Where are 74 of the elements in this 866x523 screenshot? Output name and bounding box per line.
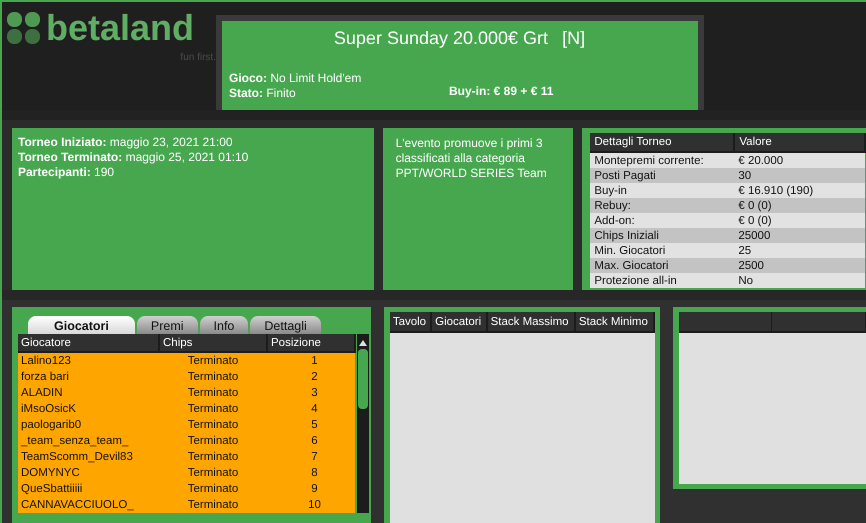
- table-cell: 6: [267, 433, 355, 449]
- scroll-thumb[interactable]: [358, 349, 368, 409]
- schedule-line: Partecipanti: 190: [18, 165, 116, 180]
- table-cell: 3: [267, 385, 355, 401]
- table-cell: Posti Pagati: [590, 168, 734, 183]
- schedule-line: Torneo Terminato: maggio 25, 2021 01:10: [18, 150, 250, 165]
- table-cell: Add-on:: [590, 213, 734, 228]
- column-header[interactable]: Tavolo: [390, 312, 432, 332]
- table-cell: DOMYNYC: [18, 465, 159, 481]
- column-header: Dettagli Torneo: [590, 133, 734, 152]
- table-cell: CANNAVACCIUOLO_: [18, 497, 159, 513]
- table-cell: Lalino123: [18, 352, 159, 369]
- table-cell: € 0 (0): [734, 198, 866, 213]
- tab[interactable]: Giocatori: [28, 316, 135, 334]
- table-cell: Chips Iniziali: [590, 228, 734, 243]
- table-cell: Max. Giocatori: [590, 258, 734, 273]
- table-cell: 2500: [734, 258, 866, 273]
- table-cell: Protezione all-in: [590, 273, 734, 288]
- table-cell: € 16.910 (190): [734, 183, 866, 198]
- table-cell: 7: [267, 449, 355, 465]
- table-cell: 30: [734, 168, 866, 183]
- table-cell: Montepremi corrente:: [590, 152, 734, 168]
- table-cell: 1: [267, 352, 355, 369]
- table-cell: 9: [267, 481, 355, 497]
- table-cell: 4: [267, 401, 355, 417]
- scrollbar[interactable]: [357, 334, 369, 513]
- clover-icon: [6, 10, 42, 46]
- schedule-line: Torneo Iniziato: maggio 23, 2021 21:00: [18, 135, 234, 150]
- table-cell: Terminato: [159, 401, 267, 417]
- table-cell: 25000: [734, 228, 866, 243]
- description-text: L'evento promuove i primi 3 classificati alla categoria PPT/WORLD SERIES Team: [396, 136, 548, 181]
- tab[interactable]: Info: [200, 316, 248, 334]
- table-cell: Terminato: [159, 352, 267, 369]
- table-cell: Terminato: [159, 449, 267, 465]
- column-header: Valore: [734, 133, 866, 152]
- table-cell: Terminato: [159, 417, 267, 433]
- table-cell: Min. Giocatori: [590, 243, 734, 258]
- table-cell: Terminato: [159, 481, 267, 497]
- column-header[interactable]: Giocatori: [431, 312, 487, 332]
- column-header[interactable]: Stack Minimo: [574, 312, 654, 332]
- table-cell: € 20.000: [734, 152, 866, 168]
- table-cell: 8: [267, 465, 355, 481]
- table-cell: QueSbattiiiii: [18, 481, 159, 497]
- table-cell: Terminato: [159, 433, 267, 449]
- table-cell: _team_senza_team_: [18, 433, 159, 449]
- table-cell: iMsoOsicK: [18, 401, 159, 417]
- buy-in-text: Buy-in: € 89 + € 11: [449, 84, 554, 98]
- table-cell: 5: [267, 417, 355, 433]
- tab[interactable]: Dettagli: [250, 316, 321, 334]
- table-cell: Terminato: [159, 465, 267, 481]
- info-line: Stato: Finito: [229, 86, 297, 101]
- tournament-title: Super Sunday 20.000€ Grt: [334, 28, 548, 49]
- table-cell: forza bari: [18, 369, 159, 385]
- table-cell: 2: [267, 369, 355, 385]
- table-cell: 10: [267, 497, 355, 513]
- table-cell: Terminato: [159, 369, 267, 385]
- table-cell: No: [734, 273, 866, 288]
- column-header[interactable]: Stack Massimo: [486, 312, 575, 332]
- table-cell: Buy-in: [590, 183, 734, 198]
- table-cell: € 0 (0): [734, 213, 866, 228]
- column-header[interactable]: Posizione: [267, 334, 355, 352]
- table-cell: TeamScomm_Devil83: [18, 449, 159, 465]
- table-cell: Terminato: [159, 385, 267, 401]
- tournament-tag: [N]: [562, 28, 586, 49]
- info-line: Gioco: No Limit Hold'em: [229, 71, 362, 86]
- table-cell: paologarib0: [18, 417, 159, 433]
- column-header[interactable]: Giocatore: [18, 334, 159, 352]
- tab[interactable]: Premi: [136, 316, 198, 334]
- table-cell: Rebuy:: [590, 198, 734, 213]
- column-header[interactable]: Chips: [159, 334, 267, 352]
- table-cell: Terminato: [159, 497, 267, 513]
- table-cell: ALADIN: [18, 385, 159, 401]
- table-cell: 25: [734, 243, 866, 258]
- logo-wordmark: betaland: [46, 8, 194, 48]
